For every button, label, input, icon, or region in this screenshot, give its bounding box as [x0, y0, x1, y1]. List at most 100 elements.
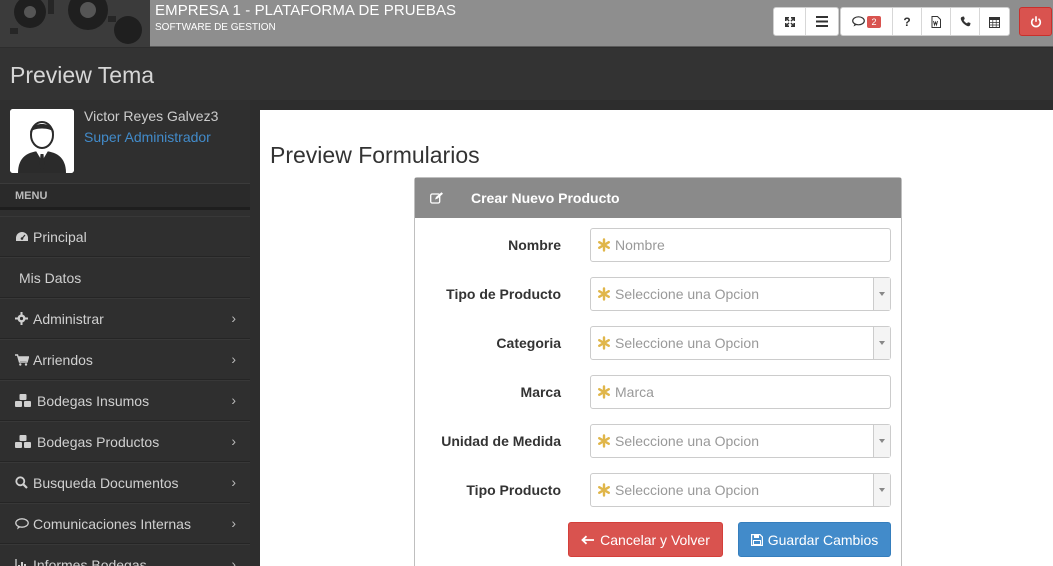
dashboard-icon — [15, 231, 33, 243]
nombre-placeholder: Nombre — [615, 237, 665, 253]
panel-header: Crear Nuevo Producto — [415, 178, 901, 218]
tipo-producto-select[interactable]: Seleccione una Opcion — [590, 473, 891, 507]
search-icon — [15, 476, 33, 489]
chevron-right-icon: › — [231, 351, 236, 367]
tipo-de-producto-label: Tipo de Producto — [446, 286, 561, 302]
company-logo — [0, 0, 150, 47]
marca-input[interactable]: Marca — [590, 375, 891, 409]
marca-label: Marca — [520, 384, 561, 400]
quick-actions-group: 2 ? — [840, 7, 1010, 36]
sidebar-menu: Principal Mis Datos Administrar › Arrien… — [0, 216, 250, 566]
sidebar-item-bodegas-productos[interactable]: Bodegas Productos › — [0, 421, 250, 462]
tipo-de-producto-placeholder: Seleccione una Opcion — [615, 286, 759, 302]
sidebar-item-informes-bodegas[interactable]: Informes Bodegas › — [0, 544, 250, 566]
arrow-left-icon — [581, 535, 595, 545]
sidebar-item-administrar[interactable]: Administrar › — [0, 298, 250, 339]
sidebar-item-bodegas-insumos[interactable]: Bodegas Insumos › — [0, 380, 250, 421]
caret-down-icon — [879, 341, 885, 345]
chevron-right-icon: › — [231, 556, 236, 566]
edit-icon — [430, 192, 443, 204]
unidad-de-medida-select[interactable]: Seleccione una Opcion — [590, 424, 891, 458]
word-export-button[interactable] — [922, 8, 951, 35]
save-button[interactable]: Guardar Cambios — [738, 522, 891, 557]
view-toggle-group — [773, 7, 839, 36]
messages-badge: 2 — [867, 15, 881, 28]
nombre-label: Nombre — [508, 237, 561, 253]
save-button-label: Guardar Cambios — [767, 531, 879, 548]
list-icon — [816, 16, 828, 27]
expand-icon — [784, 16, 795, 27]
categoria-label: Categoria — [496, 335, 561, 351]
user-profile: Victor Reyes Galvez3 Super Administrador — [0, 100, 250, 184]
content-title: Preview Formularios — [270, 142, 480, 168]
chevron-right-icon: › — [231, 310, 236, 326]
dropdown-toggle[interactable] — [873, 278, 890, 310]
page-title: Preview Tema — [10, 62, 155, 88]
logout-button[interactable] — [1019, 7, 1052, 36]
required-asterisk-icon — [597, 336, 611, 350]
sidebar-item-principal[interactable]: Principal — [0, 216, 250, 257]
comment-icon — [15, 517, 33, 530]
marca-placeholder: Marca — [615, 384, 654, 400]
tipo-de-producto-select[interactable]: Seleccione una Opcion — [590, 277, 891, 311]
categoria-select[interactable]: Seleccione una Opcion — [590, 326, 891, 360]
fullscreen-button[interactable] — [774, 8, 806, 35]
phone-button[interactable] — [951, 8, 980, 35]
dropdown-toggle[interactable] — [873, 425, 890, 457]
unidad-de-medida-placeholder: Seleccione una Opcion — [615, 433, 759, 449]
user-role-link[interactable]: Super Administrador — [84, 129, 211, 145]
company-name: EMPRESA 1 - PLATAFORMA DE PRUEBAS — [155, 2, 457, 19]
chevron-right-icon: › — [231, 515, 236, 531]
form-row-marca: Marca Marca — [415, 375, 903, 409]
sidebar-item-busqueda-documentos[interactable]: Busqueda Documentos › — [0, 462, 250, 503]
required-asterisk-icon — [597, 287, 611, 301]
phone-icon — [960, 16, 970, 27]
cart-icon — [15, 353, 33, 366]
menu-toggle-button[interactable] — [806, 8, 838, 35]
menu-title: MENU — [0, 184, 250, 210]
dropdown-toggle[interactable] — [873, 474, 890, 506]
calendar-button[interactable] — [980, 8, 1009, 35]
calendar-icon — [989, 16, 1000, 28]
software-subtitle: SOFTWARE DE GESTION — [155, 22, 276, 33]
tipo-producto-placeholder: Seleccione una Opcion — [615, 482, 759, 498]
nombre-input[interactable]: Nombre — [590, 228, 891, 262]
sidebar-item-mis-datos[interactable]: Mis Datos — [0, 257, 250, 298]
caret-down-icon — [879, 439, 885, 443]
power-icon — [1030, 15, 1041, 27]
categoria-placeholder: Seleccione una Opcion — [615, 335, 759, 351]
question-icon: ? — [903, 14, 911, 29]
floppy-disk-icon — [750, 533, 763, 546]
required-asterisk-icon — [597, 238, 611, 252]
bar-chart-icon — [15, 558, 33, 566]
top-bar: EMPRESA 1 - PLATAFORMA DE PRUEBAS SOFTWA… — [0, 0, 1053, 47]
chevron-right-icon: › — [231, 474, 236, 490]
caret-down-icon — [879, 488, 885, 492]
sidebar-item-label: Mis Datos — [19, 269, 82, 286]
sidebar-item-label: Comunicaciones Internas — [33, 515, 191, 532]
gear-icon — [15, 312, 33, 325]
form-row-unidad-de-medida: Unidad de Medida Seleccione una Opcion — [415, 424, 903, 458]
sidebar-item-label: Bodegas Productos — [37, 433, 160, 450]
tipo-producto-label: Tipo Producto — [466, 482, 561, 498]
sidebar-item-comunicaciones-internas[interactable]: Comunicaciones Internas › — [0, 503, 250, 544]
sidebar-item-label: Arriendos — [33, 351, 93, 368]
sidebar-item-arriendos[interactable]: Arriendos › — [0, 339, 250, 380]
cancel-button[interactable]: Cancelar y Volver — [568, 522, 723, 557]
dropdown-toggle[interactable] — [873, 327, 890, 359]
required-asterisk-icon — [597, 483, 611, 497]
required-asterisk-icon — [597, 385, 611, 399]
product-form-panel: Crear Nuevo Producto Nombre Nombre Tipo … — [414, 177, 902, 566]
sidebar: Victor Reyes Galvez3 Super Administrador… — [0, 100, 250, 566]
cubes-icon — [15, 394, 37, 407]
messages-button[interactable]: 2 — [841, 8, 893, 35]
chevron-right-icon: › — [231, 433, 236, 449]
user-name: Victor Reyes Galvez3 — [84, 108, 219, 124]
main-content: Preview Formularios Crear Nuevo Producto… — [260, 110, 1053, 566]
required-asterisk-icon — [597, 434, 611, 448]
avatar — [10, 109, 74, 173]
panel-title: Crear Nuevo Producto — [471, 190, 620, 206]
help-button[interactable]: ? — [893, 8, 922, 35]
form-row-nombre: Nombre Nombre — [415, 228, 903, 262]
sidebar-item-label: Principal — [33, 228, 87, 245]
